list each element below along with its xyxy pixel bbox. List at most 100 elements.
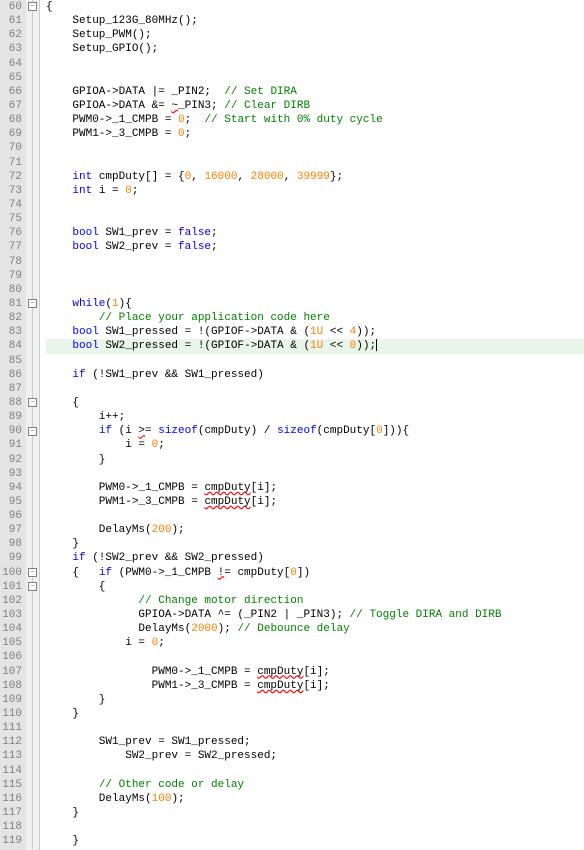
line-number: 62: [0, 28, 22, 42]
code-line[interactable]: SW2_prev = SW2_pressed;: [46, 749, 584, 763]
code-line[interactable]: PWM0->_1_CMPB = 0; // Start with 0% duty…: [46, 113, 584, 127]
line-number: 79: [0, 269, 22, 283]
code-line[interactable]: [46, 71, 584, 85]
code-line[interactable]: {: [46, 396, 584, 410]
code-line[interactable]: SW1_prev = SW1_pressed;: [46, 735, 584, 749]
code-line[interactable]: PWM0->_1_CMPB = cmpDuty[i];: [46, 665, 584, 679]
line-number: 67: [0, 99, 22, 113]
code-line[interactable]: int i = 0;: [46, 184, 584, 198]
code-line[interactable]: [46, 382, 584, 396]
line-number: 86: [0, 368, 22, 382]
code-line[interactable]: i++;: [46, 410, 584, 424]
code-line[interactable]: PWM1->_3_CMPB = 0;: [46, 127, 584, 141]
line-number: 104: [0, 622, 22, 636]
code-line[interactable]: bool SW1_prev = false;: [46, 226, 584, 240]
line-number: 105: [0, 636, 22, 650]
line-number: 82: [0, 311, 22, 325]
fold-toggle-icon[interactable]: −: [28, 398, 37, 407]
line-number: 110: [0, 707, 22, 721]
code-line[interactable]: DelayMs(200);: [46, 523, 584, 537]
code-line[interactable]: [46, 509, 584, 523]
text-cursor: [376, 339, 377, 351]
code-line[interactable]: bool SW2_prev = false;: [46, 240, 584, 254]
code-line[interactable]: {: [46, 0, 584, 14]
line-number: 102: [0, 594, 22, 608]
code-line[interactable]: while(1){: [46, 297, 584, 311]
line-number: 118: [0, 820, 22, 834]
fold-toggle-icon[interactable]: −: [28, 2, 37, 11]
line-number: 61: [0, 14, 22, 28]
line-number: 111: [0, 721, 22, 735]
code-line[interactable]: int cmpDuty[] = {0, 16000, 28000, 39999}…: [46, 170, 584, 184]
code-line[interactable]: PWM1->_3_CMPB = cmpDuty[i];: [46, 679, 584, 693]
code-line[interactable]: GPIOA->DATA |= _PIN2; // Set DIRA: [46, 85, 584, 99]
line-number: 63: [0, 42, 22, 56]
line-number: 69: [0, 127, 22, 141]
code-line[interactable]: // Other code or delay: [46, 778, 584, 792]
code-line[interactable]: [46, 354, 584, 368]
code-line[interactable]: [46, 212, 584, 226]
line-number: 117: [0, 806, 22, 820]
code-line[interactable]: i = 0;: [46, 438, 584, 452]
code-line[interactable]: if (i >= sizeof(cmpDuty) / sizeof(cmpDut…: [46, 424, 584, 438]
code-line[interactable]: { if (PWM0->_1_CMPB != cmpDuty[0]): [46, 566, 584, 580]
line-number: 85: [0, 354, 22, 368]
fold-gutter[interactable]: − − − − − −: [26, 0, 40, 850]
code-line[interactable]: // Place your application code here: [46, 311, 584, 325]
code-line[interactable]: [46, 269, 584, 283]
code-line[interactable]: [46, 820, 584, 834]
code-line[interactable]: GPIOA->DATA &= ~_PIN3; // Clear DIRB: [46, 99, 584, 113]
code-line[interactable]: Setup_123G_80MHz();: [46, 14, 584, 28]
code-line[interactable]: PWM1->_3_CMPB = cmpDuty[i];: [46, 495, 584, 509]
fold-toggle-icon[interactable]: −: [28, 299, 37, 308]
code-line[interactable]: if (!SW1_prev && SW1_pressed): [46, 368, 584, 382]
code-line[interactable]: i = 0;: [46, 636, 584, 650]
code-line[interactable]: [46, 721, 584, 735]
code-line[interactable]: Setup_PWM();: [46, 28, 584, 42]
code-line[interactable]: [46, 467, 584, 481]
fold-guide-line: [32, 0, 33, 849]
line-number: 90: [0, 424, 22, 438]
line-number: 100: [0, 566, 22, 580]
line-number: 87: [0, 382, 22, 396]
line-number: 60: [0, 0, 22, 14]
code-line[interactable]: }: [46, 537, 584, 551]
code-line[interactable]: [46, 283, 584, 297]
code-line[interactable]: [46, 156, 584, 170]
code-line[interactable]: PWM0->_1_CMPB = cmpDuty[i];: [46, 481, 584, 495]
line-number: 72: [0, 170, 22, 184]
code-editor[interactable]: 6061626364656667686970717273747576777879…: [0, 0, 584, 850]
fold-toggle-icon[interactable]: −: [28, 427, 37, 436]
code-line[interactable]: Setup_GPIO();: [46, 42, 584, 56]
fold-toggle-icon[interactable]: −: [28, 568, 37, 577]
line-number: 84: [0, 339, 22, 353]
line-number: 66: [0, 85, 22, 99]
code-line[interactable]: {: [46, 580, 584, 594]
code-line[interactable]: [46, 764, 584, 778]
code-line[interactable]: [46, 198, 584, 212]
line-number: 109: [0, 693, 22, 707]
line-number: 71: [0, 156, 22, 170]
code-line[interactable]: if (!SW2_prev && SW2_pressed): [46, 551, 584, 565]
code-line[interactable]: }: [46, 806, 584, 820]
code-area[interactable]: { Setup_123G_80MHz(); Setup_PWM(); Setup…: [40, 0, 584, 850]
code-line[interactable]: [46, 57, 584, 71]
code-line[interactable]: [46, 255, 584, 269]
line-number: 97: [0, 523, 22, 537]
code-line[interactable]: // Change motor direction: [46, 594, 584, 608]
code-line[interactable]: DelayMs(2000); // Debounce delay: [46, 622, 584, 636]
code-line[interactable]: }: [46, 453, 584, 467]
code-line[interactable]: }: [46, 693, 584, 707]
fold-toggle-icon[interactable]: −: [28, 582, 37, 591]
code-line[interactable]: bool SW1_pressed = !(GPIOF->DATA & (1U <…: [46, 325, 584, 339]
line-number: 114: [0, 764, 22, 778]
code-line[interactable]: }: [46, 707, 584, 721]
code-line[interactable]: [46, 650, 584, 664]
code-line[interactable]: DelayMs(100);: [46, 792, 584, 806]
code-line[interactable]: [46, 141, 584, 155]
code-line[interactable]: bool SW2_pressed = !(GPIOF->DATA & (1U <…: [46, 339, 584, 353]
line-number: 108: [0, 679, 22, 693]
code-line[interactable]: GPIOA->DATA ^= (_PIN2 | _PIN3); // Toggl…: [46, 608, 584, 622]
code-line[interactable]: }: [46, 834, 584, 848]
line-number: 68: [0, 113, 22, 127]
